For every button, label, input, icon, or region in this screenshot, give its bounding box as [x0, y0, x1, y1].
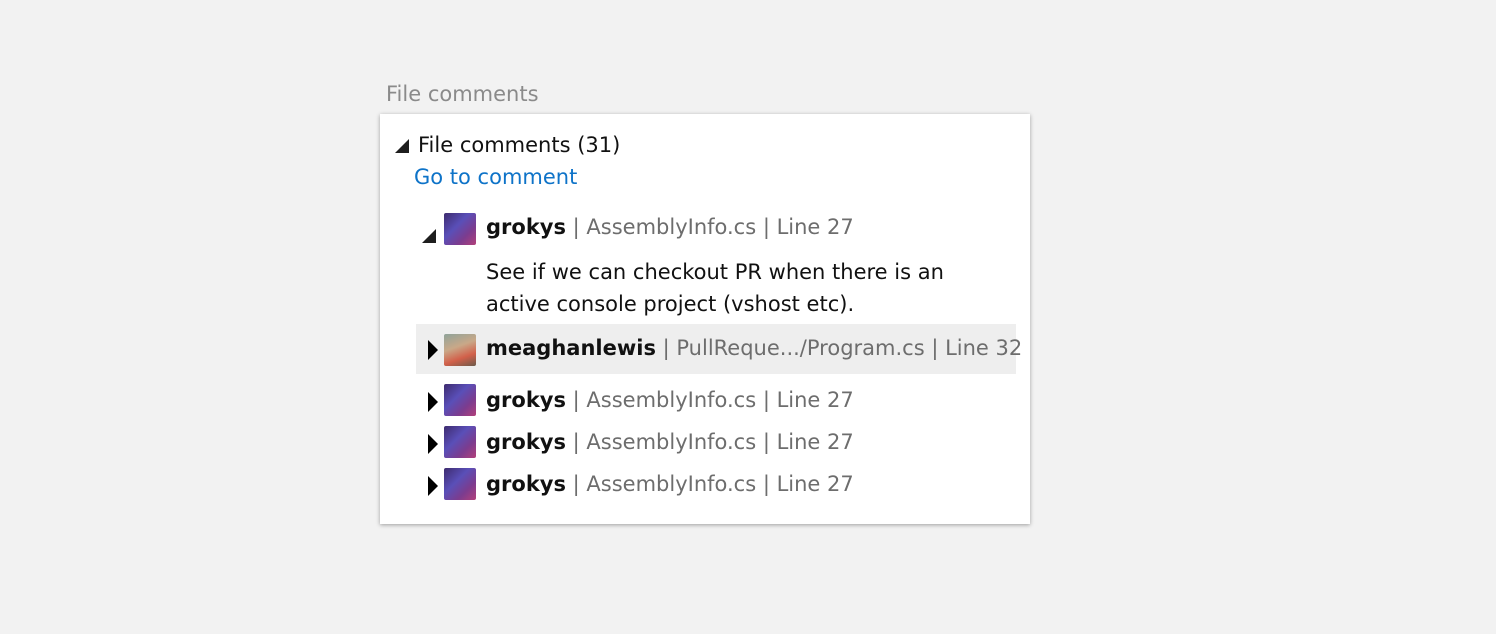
comment-location: | AssemblyInfo.cs | Line 27	[565, 430, 854, 454]
comment-author: grokys	[486, 472, 566, 496]
comment-thread-row-selected[interactable]: meaghanlewis | PullReque.../Program.cs |…	[416, 324, 1022, 374]
comment-author: grokys	[486, 430, 566, 454]
comment-thread-row[interactable]: grokys | AssemblyInfo.cs | Line 27	[416, 210, 1016, 260]
comment-author: grokys	[486, 388, 566, 412]
comment-body: See if we can checkout PR when there is …	[486, 260, 944, 316]
avatar	[444, 468, 476, 500]
expand-triangle-icon[interactable]	[428, 434, 438, 454]
comment-author: meaghanlewis	[486, 336, 656, 360]
comment-author: grokys	[486, 215, 566, 239]
go-to-comment-link[interactable]: Go to comment	[414, 163, 577, 191]
expand-triangle-icon[interactable]	[422, 229, 436, 243]
avatar	[444, 213, 476, 245]
collapse-triangle-icon[interactable]	[395, 139, 409, 153]
file-comments-panel: File comments (31) Go to comment grokys …	[380, 114, 1030, 524]
comment-location: | AssemblyInfo.cs | Line 27	[565, 215, 854, 239]
comment-thread-row[interactable]: grokys | AssemblyInfo.cs | Line 27	[416, 460, 1016, 510]
expand-triangle-icon[interactable]	[428, 476, 438, 496]
page-caption: File comments	[386, 82, 539, 106]
avatar	[444, 334, 476, 366]
file-comments-header[interactable]: File comments (31)	[418, 131, 620, 159]
avatar	[444, 384, 476, 416]
expand-triangle-icon[interactable]	[428, 392, 438, 412]
avatar	[444, 426, 476, 458]
comment-location: | AssemblyInfo.cs | Line 27	[565, 388, 854, 412]
comment-location: | PullReque.../Program.cs | Line 32	[655, 336, 1023, 360]
comment-location: | AssemblyInfo.cs | Line 27	[565, 472, 854, 496]
expand-triangle-icon[interactable]	[428, 340, 438, 360]
